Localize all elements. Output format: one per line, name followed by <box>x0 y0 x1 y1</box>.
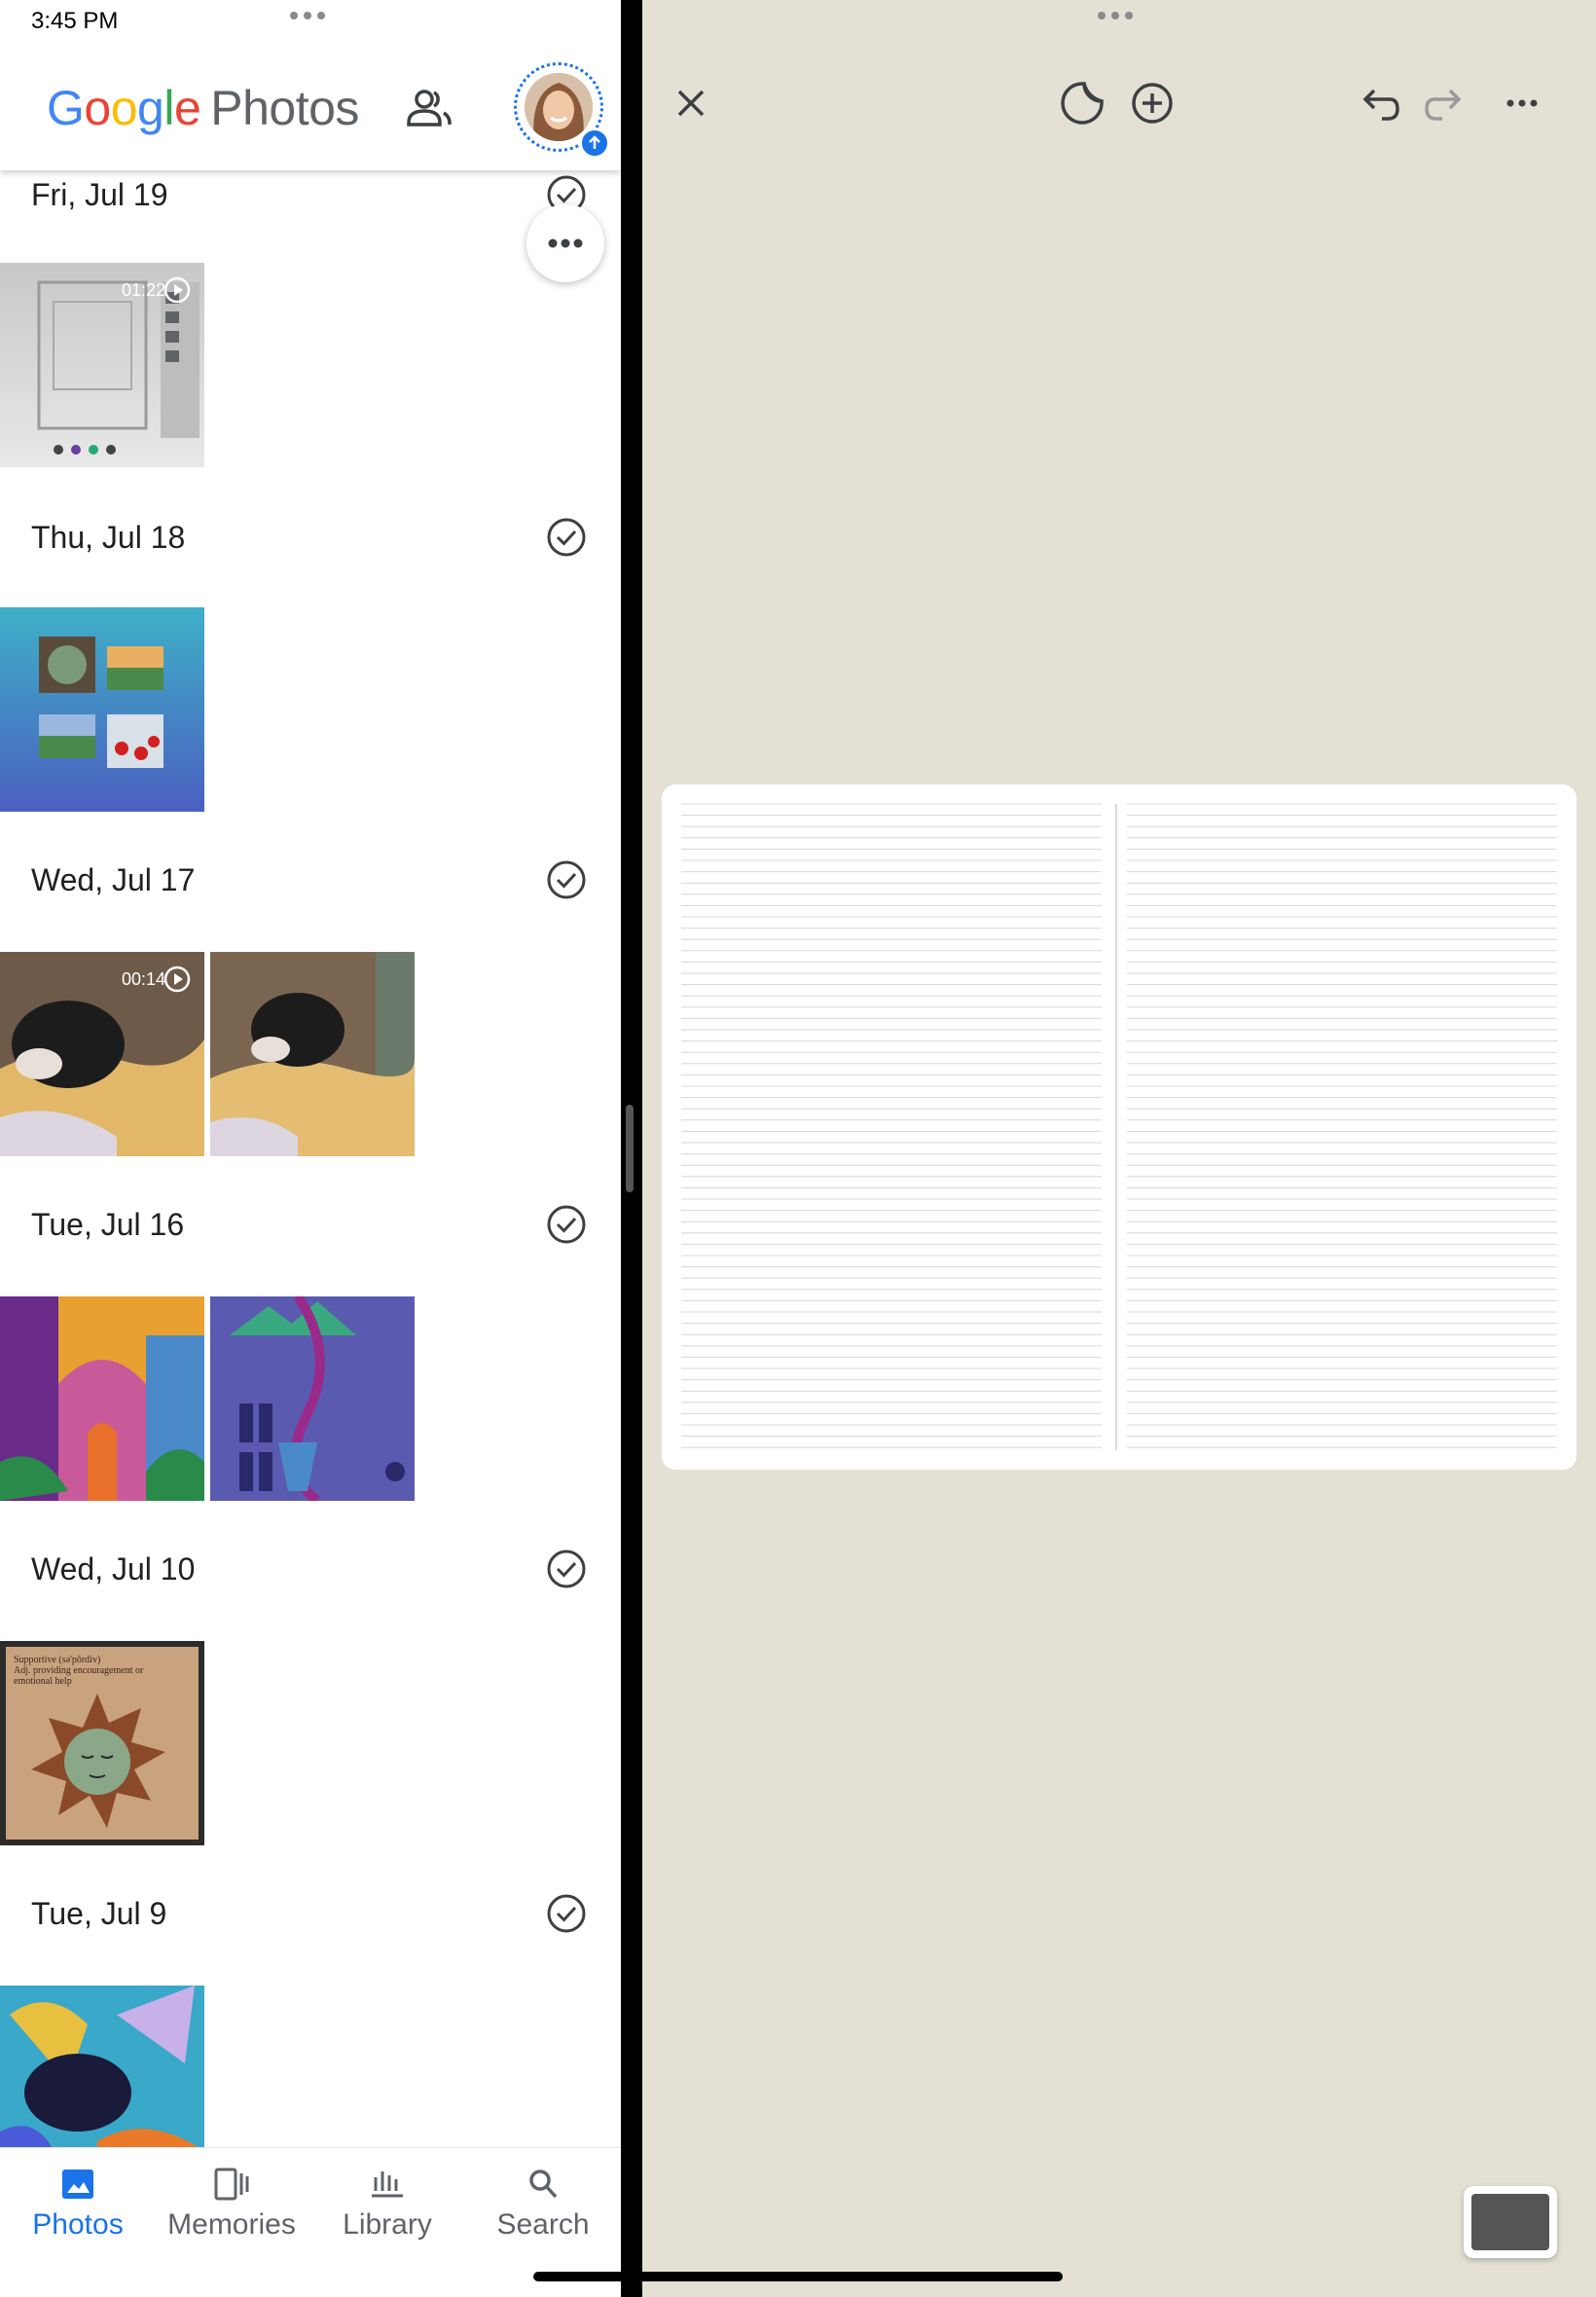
more-icon[interactable] <box>1499 80 1545 127</box>
search-icon <box>529 2169 558 2199</box>
nav-photos[interactable]: Photos <box>0 2168 156 2242</box>
google-photos-logo: Google Photos <box>47 80 359 136</box>
notes-pane <box>642 0 1596 2297</box>
nav-label: Search <box>496 2208 590 2241</box>
play-icon <box>163 276 191 304</box>
undo-icon[interactable] <box>1355 80 1401 127</box>
photo-thumbnail[interactable] <box>0 607 204 812</box>
play-icon <box>163 966 191 993</box>
split-view-divider[interactable] <box>626 1105 634 1192</box>
date-label: Wed, Jul 17 <box>31 862 196 897</box>
account-avatar-button[interactable] <box>514 62 610 159</box>
date-label: Wed, Jul 10 <box>31 1551 196 1586</box>
more-horizontal-icon <box>548 238 583 248</box>
nav-label: Photos <box>32 2208 124 2241</box>
nav-memories[interactable]: Memories <box>154 2168 309 2242</box>
date-header: Tue, Jul 9 <box>0 1884 621 1943</box>
page-thumbnail-button[interactable] <box>1464 2186 1557 2258</box>
video-thumbnail[interactable]: 01:22 <box>0 263 204 467</box>
select-check-icon[interactable] <box>545 858 588 901</box>
nav-label: Library <box>343 2208 432 2241</box>
photo-timeline[interactable]: Fri, Jul 19 01:22 Thu, Jul 18 Wed, Jul 1… <box>0 0 621 2190</box>
nav-search[interactable]: Search <box>465 2168 621 2242</box>
date-label: Tue, Jul 16 <box>31 1207 185 1242</box>
date-header: Tue, Jul 16 <box>0 1195 621 1254</box>
home-indicator <box>533 2272 1063 2281</box>
video-duration: 00:14 <box>121 969 165 989</box>
photo-thumbnail[interactable]: Supportive (sə'pôrdiv) Adj. providing en… <box>0 1641 204 1845</box>
nav-label: Memories <box>167 2208 296 2241</box>
nav-library[interactable]: Library <box>309 2168 465 2242</box>
date-header: Wed, Jul 17 <box>0 851 621 909</box>
status-time: 3:45 PM <box>31 8 119 34</box>
date-header: Wed, Jul 10 <box>0 1540 621 1598</box>
logo-google-word: Google <box>47 81 201 135</box>
photo-icon <box>62 2169 93 2199</box>
library-icon <box>372 2171 403 2198</box>
bottom-navigation: Photos Memories Library Search <box>0 2147 621 2297</box>
ruled-lines <box>681 803 1557 1450</box>
multitasking-handle[interactable] <box>290 12 325 19</box>
artwork-card: Supportive (sə'pôrdiv) Adj. providing en… <box>6 1647 199 1840</box>
video-duration: 01:22 <box>121 280 165 300</box>
select-check-icon[interactable] <box>545 1203 588 1246</box>
notebook-page[interactable] <box>662 784 1577 1470</box>
select-check-icon[interactable] <box>545 1548 588 1590</box>
sticker-icon[interactable] <box>1059 80 1106 127</box>
photos-header: 3:45 PM Google Photos <box>0 0 621 170</box>
date-label: Thu, Jul 18 <box>31 520 186 555</box>
date-label: Fri, Jul 19 <box>31 177 168 212</box>
backup-status-icon <box>579 128 610 159</box>
photo-thumbnail[interactable] <box>0 1296 204 1501</box>
date-header: Thu, Jul 18 <box>0 508 621 566</box>
add-icon[interactable] <box>1129 80 1176 127</box>
photo-thumbnail[interactable] <box>210 952 415 1156</box>
select-check-icon[interactable] <box>545 516 588 559</box>
close-icon[interactable] <box>668 80 714 127</box>
redo-icon[interactable] <box>1423 80 1469 127</box>
logo-product-word: Photos <box>210 81 359 135</box>
date-label: Tue, Jul 9 <box>31 1896 167 1931</box>
memories-icon <box>214 2168 249 2201</box>
more-options-button[interactable] <box>526 204 604 282</box>
photos-pane: Fri, Jul 19 01:22 Thu, Jul 18 Wed, Jul 1… <box>0 0 621 2297</box>
multitasking-handle[interactable] <box>1098 12 1133 19</box>
select-check-icon[interactable] <box>545 1892 588 1935</box>
photo-thumbnail[interactable] <box>210 1296 415 1501</box>
sharing-icon[interactable] <box>401 86 455 132</box>
video-thumbnail[interactable]: 00:14 <box>0 952 204 1156</box>
